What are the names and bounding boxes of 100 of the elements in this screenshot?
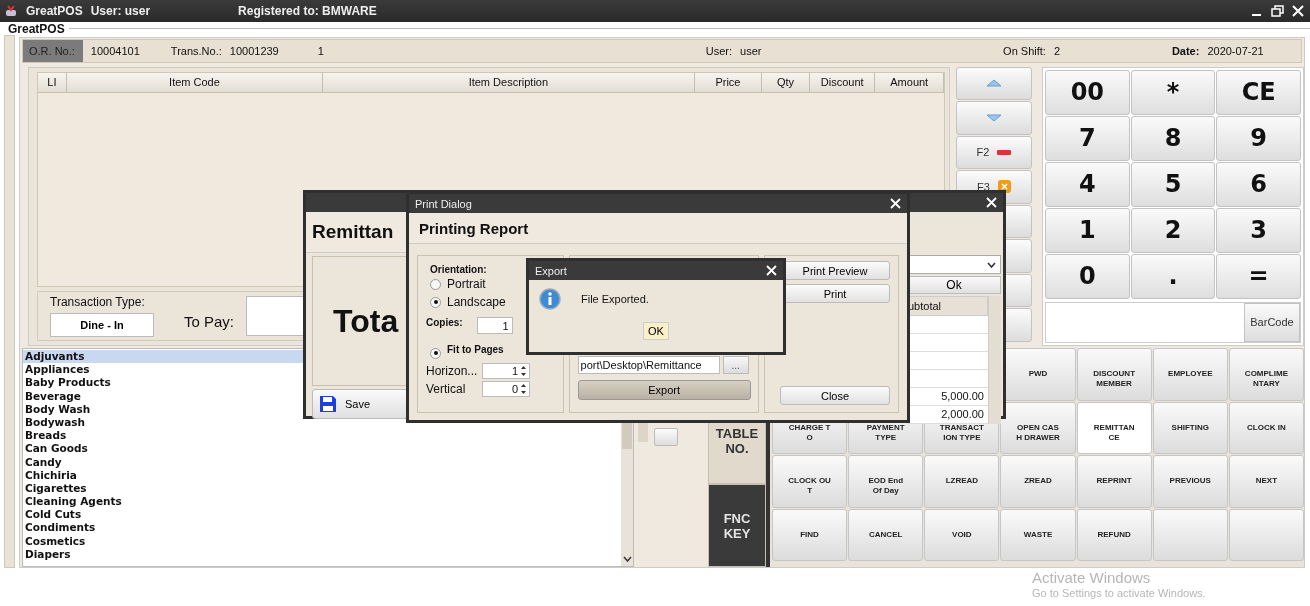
path-field[interactable]: port\Desktop\Remittance — [577, 356, 720, 374]
column-header[interactable]: Item Description — [323, 72, 695, 92]
keypad-key[interactable]: 8 — [1130, 115, 1216, 161]
keypad-key[interactable]: 2 — [1130, 207, 1216, 253]
keypad-key[interactable]: 1 — [1045, 207, 1130, 253]
table-cell: 5,000.00 — [907, 388, 988, 406]
horizontal-label: Horizon... — [426, 364, 479, 378]
category-item[interactable]: Cold Cuts — [23, 508, 621, 522]
function-key[interactable]: SHIFTING — [1152, 401, 1228, 454]
function-key[interactable]: REFUND — [1076, 508, 1152, 561]
browse-button[interactable]: ... — [722, 356, 749, 374]
activation-notice: Activate Windows — [1032, 569, 1152, 586]
orientation-label: Orientation: — [430, 264, 487, 275]
function-key[interactable]: OPEN CAS H DRAWER — [1000, 401, 1076, 454]
function-key[interactable]: NEXT — [1228, 455, 1304, 508]
close-button[interactable]: Close — [780, 386, 890, 405]
function-key[interactable]: ZREAD — [1000, 455, 1076, 508]
chevron-icon — [987, 261, 996, 268]
keypad-key[interactable]: * — [1130, 69, 1216, 115]
function-key[interactable]: PREVIOUS — [1152, 455, 1228, 508]
category-item[interactable]: Cosmetics — [23, 534, 621, 548]
total-label: Tota — [333, 302, 399, 340]
function-key[interactable]: WASTE — [1000, 508, 1076, 561]
category-item[interactable]: Diapers — [23, 547, 621, 561]
category-item[interactable]: Chichiria — [23, 468, 621, 482]
date-value: 2020-07-21 — [1207, 44, 1264, 57]
column-header[interactable]: LI — [38, 72, 67, 92]
trans-label: Trans.No.: — [170, 44, 222, 57]
function-key[interactable]: VOID — [924, 508, 1000, 561]
keypad-key[interactable]: 9 — [1216, 115, 1301, 161]
date-label: Date: — [1171, 44, 1200, 57]
keypad-key[interactable]: = — [1216, 253, 1301, 299]
ok-button[interactable]: Ok — [907, 276, 1001, 294]
restore-icon[interactable] — [1271, 4, 1284, 18]
keypad-key[interactable]: 4 — [1045, 161, 1130, 207]
keypad-key[interactable]: 6 — [1216, 161, 1301, 207]
radio-option[interactable]: Fit to Pages — [430, 344, 504, 362]
function-key[interactable]: FIND — [772, 508, 848, 561]
keypad-key[interactable]: 7 — [1045, 115, 1130, 161]
function-key[interactable]: REPRINT — [1076, 455, 1152, 508]
close-icon[interactable] — [1292, 5, 1304, 17]
scrollbar[interactable] — [988, 296, 1001, 424]
category-item[interactable]: Cleaning Agents — [23, 495, 621, 509]
copies-field[interactable]: 1 — [476, 317, 513, 334]
user-value: user — [740, 44, 763, 57]
dialog-heading: Printing Report — [419, 219, 529, 237]
keypad-key[interactable]: CE — [1216, 69, 1301, 115]
close-icon[interactable] — [890, 198, 901, 209]
function-key[interactable]: CLOCK IN — [1228, 401, 1304, 454]
keypad-key[interactable]: 5 — [1130, 161, 1216, 207]
column-header[interactable]: Amount — [875, 72, 944, 92]
category-item[interactable]: Breads — [23, 429, 621, 443]
vertical-spinner[interactable]: 0 — [482, 381, 530, 397]
dropdown[interactable] — [907, 255, 1001, 274]
function-key[interactable]: LZREAD — [924, 455, 1000, 508]
category-item[interactable]: Can Goods — [23, 442, 621, 456]
keypad-key[interactable]: 00 — [1045, 69, 1130, 115]
down-arrow-icon — [986, 113, 1002, 122]
function-key[interactable]: CLOCK OU T — [772, 455, 848, 508]
function-key[interactable]: EMPLOYEE — [1152, 348, 1228, 401]
column-header[interactable]: Qty — [762, 72, 810, 92]
info-icon — [539, 288, 561, 310]
column-header[interactable]: Price — [694, 72, 763, 92]
table-cell: 2,000.00 — [907, 406, 988, 424]
activation-hint: Go to Settings to activate Windows. — [1032, 586, 1206, 600]
nav-button[interactable]: F2 — [956, 135, 1032, 170]
keypad-key[interactable]: . — [1130, 253, 1216, 299]
shift-label: On Shift: — [1003, 44, 1046, 57]
save-button[interactable]: Save — [312, 389, 408, 419]
function-key[interactable]: COMPLIME NTARY — [1228, 348, 1304, 401]
horizontal-spinner[interactable]: 1 — [482, 363, 530, 379]
to-pay-label: To Pay: — [184, 313, 235, 331]
close-icon[interactable] — [766, 265, 777, 276]
keypad-key[interactable]: 3 — [1216, 207, 1301, 253]
count-value: 1 — [317, 44, 325, 57]
column-header[interactable]: Item Code — [66, 72, 324, 92]
function-key[interactable]: DISCOUNT MEMBER — [1076, 348, 1152, 401]
category-item[interactable]: Cigarettes — [23, 481, 621, 496]
copies-label: Copies: — [426, 317, 463, 328]
side-tab[interactable]: FNC KEY — [708, 484, 766, 567]
ok-button[interactable]: OK — [643, 322, 669, 340]
minus-icon — [997, 149, 1012, 155]
category-item[interactable]: Condiments — [23, 521, 621, 535]
column-header[interactable]: Discount — [809, 72, 876, 92]
close-icon[interactable] — [986, 197, 997, 208]
category-item[interactable]: Candy — [23, 455, 621, 469]
function-key[interactable]: REMITTAN CE — [1076, 401, 1152, 454]
scroll-down-icon[interactable] — [622, 556, 632, 562]
keypad-key[interactable]: 0 — [1045, 253, 1130, 299]
transaction-type-button[interactable]: Dine - In — [50, 312, 154, 337]
radio-option[interactable]: Landscape — [430, 293, 506, 311]
function-key[interactable]: EOD End Of Day — [848, 455, 924, 508]
radio-option[interactable]: Portrait — [430, 275, 486, 293]
export-button[interactable]: Export — [577, 380, 751, 400]
shift-value: 2 — [1053, 44, 1061, 57]
message-text: File Exported. — [581, 293, 649, 305]
or-number: 10004101 — [90, 44, 141, 57]
function-key[interactable]: CANCEL — [848, 508, 924, 561]
registered-label: Registered to: BMWARE — [238, 4, 377, 18]
window-title: GreatPOS — [26, 4, 83, 18]
